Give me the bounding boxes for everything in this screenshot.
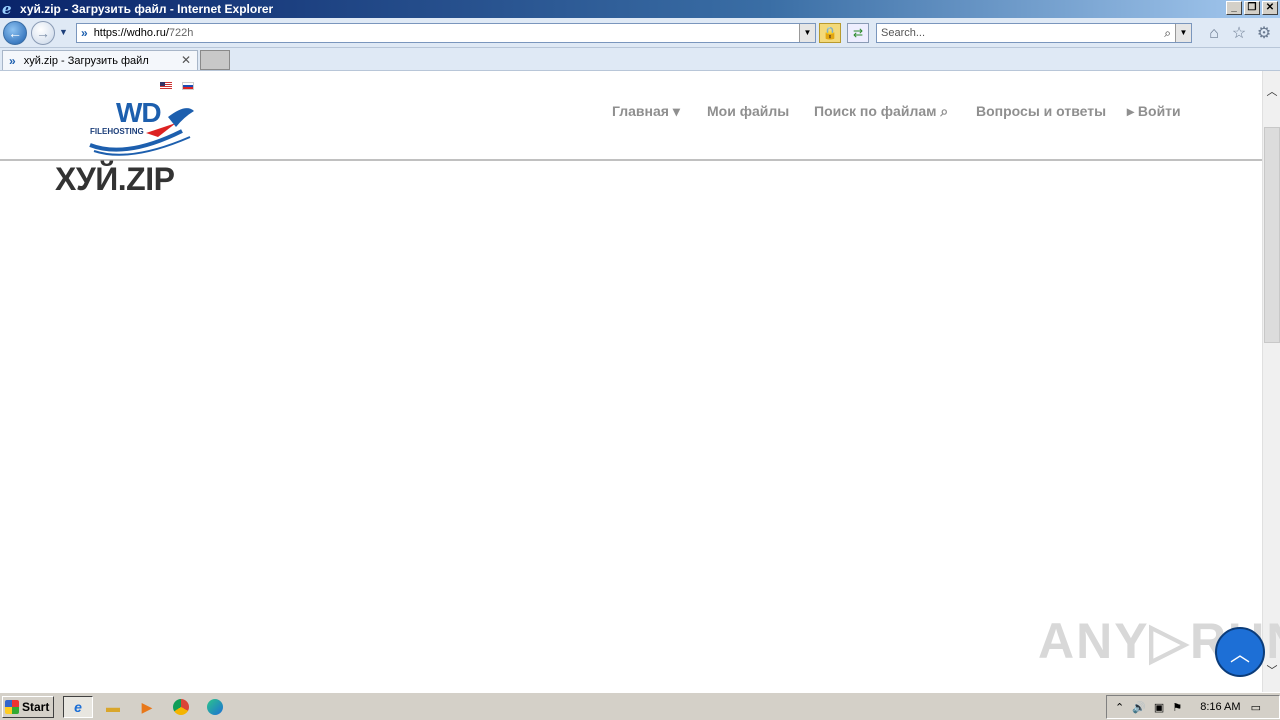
history-dropdown[interactable]: ▼ [59,27,71,39]
ie-icon: e [2,0,12,18]
taskbar-edge[interactable] [200,696,230,718]
volume-icon[interactable]: 🔊 [1132,701,1146,714]
search-icon[interactable]: ⌕ [1164,24,1171,42]
search-input[interactable]: Search... ⌕ ▼ [876,23,1192,43]
nav-faq[interactable]: Вопросы и ответы [976,103,1106,119]
taskbar: Start e ▬ ▶ ⌃ 🔊 ▣ ⚑ 8:16 AM ▭ [0,692,1280,720]
tab-bar: » хуй.zip - Загрузить файл ✕ [0,48,1280,71]
chevron-up-icon: ︿ [1230,643,1250,666]
taskbar-chrome[interactable] [166,696,196,718]
address-dropdown[interactable]: ▼ [799,24,815,42]
media-player-icon: ▶ [141,698,153,715]
nav-my-files[interactable]: Мои файлы [707,103,789,119]
flag-ru-icon[interactable] [182,82,194,90]
edge-icon [207,699,223,715]
home-icon[interactable]: ⌂ [1204,24,1224,44]
lock-icon: 🔒 [822,26,838,40]
back-icon: ← [8,25,22,41]
taskbar-explorer[interactable]: ▬ [98,696,128,718]
navigation-bar: ← → ▼ » https://wdho.ru/722h ▼ 🔒 ⇄ Searc… [0,18,1280,48]
close-icon[interactable]: ✕ [181,53,191,67]
minimize-button[interactable]: _ [1226,1,1242,15]
lock-button[interactable]: 🔒 [819,23,841,43]
nav-home[interactable]: Главная ▾ [612,103,680,120]
refresh-icon: ⇄ [852,26,864,40]
page-icon: » [81,26,88,40]
windows-logo-icon [5,700,19,714]
new-tab-button[interactable] [200,50,230,70]
search-placeholder: Search... [881,27,926,39]
logo-subtext: FILEHOSTING [90,127,144,136]
site-header: WD FILEHOSTING Главная ▾ Мои файлы Поиск… [0,71,1262,161]
tab-label: хуй.zip - Загрузить файл [23,54,149,67]
clock[interactable]: 8:16 AM [1200,701,1240,713]
show-desktop-icon[interactable]: ▭ [1251,701,1261,714]
vertical-scrollbar[interactable]: ︿ ﹀ [1262,71,1280,692]
site-logo[interactable]: WD FILEHOSTING [86,93,198,159]
scroll-thumb[interactable] [1264,127,1280,343]
folder-icon: ▬ [106,699,120,715]
scroll-up-icon[interactable]: ︿ [1263,83,1280,101]
window-titlebar: e хуй.zip - Загрузить файл - Internet Ex… [0,0,1280,18]
start-label: Start [22,700,50,714]
scroll-to-top-button[interactable]: ︿ [1215,627,1265,677]
network-icon[interactable]: ▣ [1154,701,1164,714]
gear-icon[interactable]: ⚙ [1254,24,1274,44]
window-title: хуй.zip - Загрузить файл - Internet Expl… [20,2,274,16]
forward-icon: → [36,25,50,41]
ie-icon: e [74,699,82,715]
restore-button[interactable]: ❐ [1244,1,1260,15]
logo-text: WD [116,97,162,128]
flag-icon[interactable]: ⚑ [1172,701,1182,714]
taskbar-ie[interactable]: e [63,696,93,718]
back-button[interactable]: ← [3,21,27,45]
search-dropdown[interactable]: ▼ [1175,24,1191,42]
url-path: 722h [168,27,194,39]
nav-search-files[interactable]: Поиск по файлам ⌕ [814,103,948,120]
taskbar-media-player[interactable]: ▶ [132,696,162,718]
tab-current[interactable]: » хуй.zip - Загрузить файл ✕ [2,50,198,70]
nav-login[interactable]: ▸ Войти [1127,103,1181,120]
page-title: ХУЙ.ZIP [55,161,175,197]
tray-expand-icon[interactable]: ⌃ [1115,701,1124,714]
forward-button[interactable]: → [31,21,55,45]
start-button[interactable]: Start [2,696,54,718]
url-host: https://wdho.ru/ [93,27,169,39]
address-bar[interactable]: » https://wdho.ru/722h ▼ [76,23,816,43]
page-content: WD FILEHOSTING Главная ▾ Мои файлы Поиск… [0,71,1262,692]
refresh-button[interactable]: ⇄ [847,23,869,43]
close-window-button[interactable]: ✕ [1262,1,1278,15]
star-icon[interactable]: ☆ [1229,24,1249,44]
chrome-icon [173,699,189,715]
window-controls: _ ❐ ✕ [1226,1,1278,15]
page-icon: » [9,53,16,68]
flag-en-icon[interactable] [160,82,172,90]
system-tray: ⌃ 🔊 ▣ ⚑ 8:16 AM ▭ [1106,695,1280,719]
